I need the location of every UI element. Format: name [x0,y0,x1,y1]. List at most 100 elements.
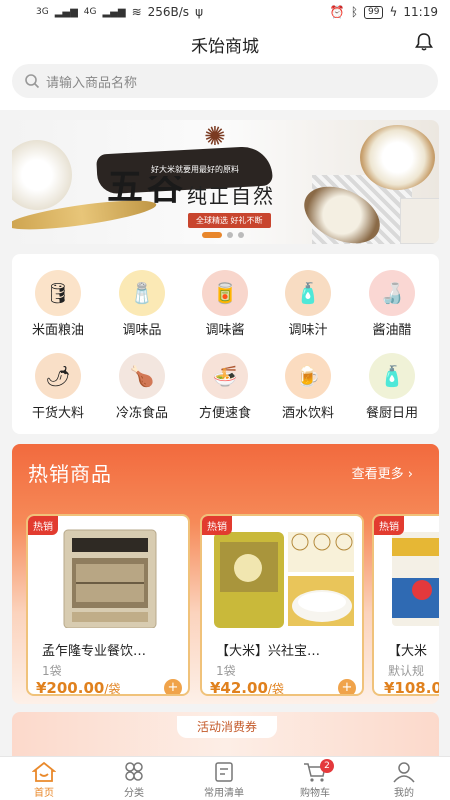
product-name: 【大米 [388,644,428,659]
cart-count-badge: 2 [320,759,334,773]
add-to-cart-button[interactable]: + [164,679,182,694]
clock-time: 11:19 [403,5,438,19]
rice-pile-image [12,140,72,210]
juice-icon: 🧴 [285,270,331,316]
tab-label: 购物车 [300,788,330,799]
category-icon [125,762,143,781]
category-label: 调味汁 [288,323,328,338]
tab-label: 我的 [394,788,414,799]
carousel-dot[interactable] [238,232,244,238]
tab-label: 首页 [34,788,54,799]
category-label: 调味品 [122,323,162,338]
hot-badge: 热销 [28,516,58,535]
category-item[interactable]: 🌶 干货大料 [18,353,98,423]
search-placeholder: 请输入商品名称 [46,76,138,91]
search-input[interactable]: 请输入商品名称 [12,64,438,98]
signal-4g-icon: 4G [83,6,97,17]
category-label: 调味酱 [205,323,245,338]
list-icon [215,762,233,782]
category-item[interactable]: 🛢 米面粮油 [18,270,98,340]
promo-banner[interactable]: ✺ 五谷 好大米就要用最好的原料 纯正自然 全球精选 好礼不断 [12,120,439,244]
hot-badge: 热销 [374,516,404,535]
category-grid: 🛢 米面粮油 🧂 调味品 🥫 调味酱 🧴 调味汁 🍶 酱油醋 🌶 干货大料 🍗 … [12,254,439,434]
bottom-tab-bar: 首页 分类 常用清单 购物车 2 我的 [0,756,450,800]
product-card[interactable]: 热销 【大米】兴社宝… 1袋 ¥42.00/袋 + [200,514,364,696]
category-label: 餐厨日用 [365,406,418,421]
hot-products-section: 热销商品 查看更多 › 热销 孟乍隆专业餐饮… 1袋 ¥200.00/袋 + 热… [12,444,439,704]
product-price: ¥42.00/袋 [210,679,284,696]
signal-bars-icon: ▂▄▆ [102,6,126,18]
category-label: 干货大料 [31,406,84,421]
status-bar: 3G ▂▄▆ 4G ▂▄▆ ≋ 256B/s ψ ⏰ ᛒ 99 ϟ 11:19 [0,0,450,24]
hot-badge: 热销 [202,516,232,535]
product-unit: 默认规 [388,664,425,678]
tab-label: 分类 [124,788,144,799]
product-image [210,528,354,628]
tab-label: 常用清单 [204,788,244,799]
product-card[interactable]: 热销 孟乍隆专业餐饮… 1袋 ¥200.00/袋 + [26,514,190,696]
category-label: 冷冻食品 [115,406,168,421]
category-item[interactable]: 🍗 冷冻食品 [102,353,182,423]
kitchen-daily-icon: 🧴 [369,353,415,399]
coupon-section[interactable]: 活动消费券 [12,712,439,758]
carousel-indicator [202,232,244,238]
product-unit: 1袋 [216,664,236,678]
drinks-icon: 🍺 [285,353,331,399]
category-item[interactable]: 🥫 调味酱 [185,270,265,340]
category-item[interactable]: 🧴 调味汁 [268,270,348,340]
frozen-food-icon: 🍗 [119,353,165,399]
category-label: 方便速食 [198,406,251,421]
add-to-cart-button[interactable]: + [338,679,356,694]
category-item[interactable]: 🧂 调味品 [102,270,182,340]
product-card[interactable]: 热销 【大米 默认规 ¥108.0 [372,514,439,696]
banner-slogan: 纯正自然 [187,184,275,208]
category-item[interactable]: 🧴 餐厨日用 [352,353,432,423]
rice-bowl-image [360,125,435,190]
banner-tagline: 好大米就要用最好的原料 [148,163,242,176]
carousel-dot[interactable] [227,232,233,238]
signal-3g-icon: 3G [36,6,49,17]
tab-profile[interactable]: 我的 [369,761,439,799]
tab-cart[interactable]: 购物车 2 [280,759,350,799]
instant-food-icon: 🍜 [202,353,248,399]
coupon-label: 活动消费券 [177,716,277,738]
sauce-icon: 🥫 [202,270,248,316]
rice-oil-icon: 🛢 [35,270,81,316]
category-item[interactable]: 🍜 方便速食 [185,353,265,423]
category-label: 酱油醋 [372,323,412,338]
view-more-link[interactable]: 查看更多 › [352,463,413,482]
app-header: 禾饴商城 请输入商品名称 [0,24,450,110]
product-name: 孟乍隆专业餐饮… [42,644,147,659]
seasoning-icon: 🧂 [119,270,165,316]
tab-favorites-list[interactable]: 常用清单 [189,761,259,799]
soy-vinegar-icon: 🍶 [369,270,415,316]
tab-category[interactable]: 分类 [99,761,169,799]
alarm-icon: ⏰ [329,5,345,19]
category-label: 米面粮油 [31,323,84,338]
charging-icon: ϟ [389,5,398,19]
bluetooth-icon: ᛒ [350,5,359,19]
home-icon [32,761,56,782]
product-image [382,528,439,628]
category-label: 酒水饮料 [281,406,334,421]
signal-bars-icon: ▂▄▆ [54,6,78,18]
battery-level: 99 [364,5,384,19]
carousel-dot[interactable] [202,232,222,238]
network-speed: 256B/s [147,5,190,19]
page-title: 禾饴商城 [191,37,259,57]
dried-goods-icon: 🌶 [35,353,81,399]
section-title: 热销商品 [28,462,112,486]
category-item[interactable]: 🍶 酱油醋 [352,270,432,340]
banner-promo-label: 全球精选 好礼不断 [188,213,271,228]
wifi-icon: ≋ [131,5,142,19]
search-icon [25,74,40,89]
tab-home[interactable]: 首页 [9,761,79,799]
product-image [36,528,180,629]
product-price: ¥200.00/袋 [36,679,121,696]
category-item[interactable]: 🍺 酒水饮料 [268,353,348,423]
product-unit: 1袋 [42,664,62,678]
product-name: 【大米】兴社宝… [216,644,321,659]
user-icon [393,762,415,783]
product-price: ¥108.0 [384,679,439,696]
bell-icon[interactable] [414,32,434,52]
